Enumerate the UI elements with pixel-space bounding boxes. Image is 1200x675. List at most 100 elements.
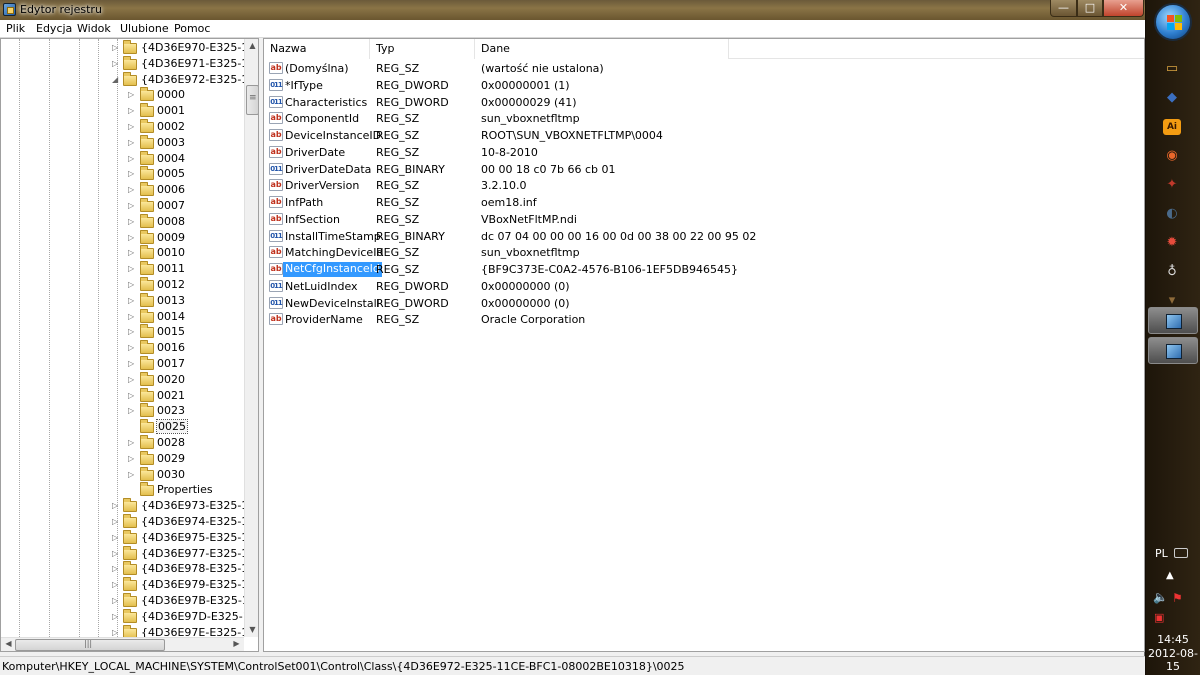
tree-item-subkey[interactable]: ▷ 0016: [1, 340, 244, 356]
clock-time[interactable]: 14:45: [1146, 633, 1200, 646]
expand-arrow-icon[interactable]: ▷: [128, 233, 136, 243]
expand-arrow-icon[interactable]: ▷: [112, 59, 120, 69]
tree-item-subkey[interactable]: ▷ 0021: [1, 387, 244, 404]
app-icon[interactable]: ✦: [1163, 177, 1181, 193]
tree-item-subkey[interactable]: ▷ 0005: [1, 166, 244, 182]
explorer-icon[interactable]: ▭: [1163, 61, 1181, 77]
scroll-right-arrow-icon[interactable]: ▶: [229, 639, 244, 648]
expand-arrow-icon[interactable]: ▷: [128, 454, 136, 464]
tree-item-class-key[interactable]: ▷ {4D36E970-E325-11CE-: [1, 40, 244, 56]
tree-item-class-key[interactable]: ▷ {4D36E97D-E325-11CE: [1, 608, 244, 625]
scroll-down-arrow-icon[interactable]: ▼: [245, 625, 258, 634]
expand-arrow-icon[interactable]: ▷: [128, 375, 136, 385]
registry-value-row[interactable]: ab NetCfgInstanceId REG_SZ {BF9C373E-C0A2-4…: [264, 261, 1144, 278]
menu-ulubione[interactable]: Ulubione: [120, 22, 169, 35]
expand-arrow-icon[interactable]: ▷: [128, 138, 136, 148]
illustrator-icon[interactable]: Ai: [1163, 119, 1181, 135]
tree-item-subkey[interactable]: ▷ 0013: [1, 292, 244, 309]
media-icon[interactable]: ◐: [1163, 206, 1181, 222]
expand-arrow-icon[interactable]: ▷: [128, 106, 136, 116]
tree-item-subkey[interactable]: Properties: [1, 482, 244, 498]
expand-arrow-icon[interactable]: ▷: [128, 122, 136, 132]
expand-arrow-icon[interactable]: ▷: [128, 201, 136, 211]
expand-arrow-icon[interactable]: ▷: [128, 391, 136, 401]
expand-arrow-icon[interactable]: ▷: [128, 327, 136, 337]
maximize-button[interactable]: □: [1077, 0, 1103, 17]
expand-arrow-icon[interactable]: ▷: [112, 43, 120, 53]
registry-value-row[interactable]: 011 InstallTimeStamp REG_BINARY dc 07 04 00…: [264, 228, 1144, 245]
expand-arrow-icon[interactable]: ▷: [112, 549, 120, 559]
expand-arrow-icon[interactable]: ▷: [112, 596, 120, 606]
tree-item-class-key[interactable]: ▷ {4D36E975-E325-11CE-: [1, 529, 244, 546]
expand-arrow-icon[interactable]: ▷: [128, 185, 136, 195]
volume-icon[interactable]: 🔈: [1153, 590, 1168, 604]
tree-vertical-scrollbar[interactable]: ▲ ▼: [244, 39, 258, 637]
tree-item-subkey[interactable]: ▷ 0011: [1, 261, 244, 277]
taskbar-registry-active-button[interactable]: [1148, 337, 1198, 364]
network-icon[interactable]: ▣: [1154, 611, 1164, 624]
expand-arrow-icon[interactable]: ▷: [128, 154, 136, 164]
scroll-up-arrow-icon[interactable]: ▲: [245, 41, 258, 50]
tree-item-subkey[interactable]: ▷ 0007: [1, 198, 244, 214]
tree-vertical-scroll-thumb[interactable]: [246, 85, 258, 115]
title-bar[interactable]: Edytor rejestru — □ ✕: [0, 0, 1145, 20]
tree-item-subkey[interactable]: ▷ 0028: [1, 435, 244, 451]
expand-arrow-icon[interactable]: ▷: [128, 438, 136, 448]
expand-arrow-icon[interactable]: ▷: [128, 312, 136, 322]
start-button[interactable]: [1154, 3, 1192, 41]
expand-arrow-icon[interactable]: ▷: [112, 517, 120, 527]
tree-item-class-key[interactable]: ▷ {4D36E978-E325-11CE-: [1, 561, 244, 577]
tree-item-class-key[interactable]: ▷ {4D36E971-E325-11CE-: [1, 55, 244, 72]
expand-arrow-icon[interactable]: ▷: [112, 533, 120, 543]
minimize-button[interactable]: —: [1050, 0, 1077, 17]
expand-arrow-icon[interactable]: ▷: [128, 470, 136, 480]
tree-item-subkey[interactable]: ▷ 0012: [1, 277, 244, 293]
registry-value-row[interactable]: 011 NetLuidIndex REG_DWORD 0x00000000 (0): [264, 278, 1144, 295]
tree-item-subkey[interactable]: ▷ 0002: [1, 119, 244, 135]
expand-arrow-icon[interactable]: ▷: [112, 501, 120, 511]
security-icon[interactable]: ✹: [1163, 235, 1181, 251]
expand-arrow-icon[interactable]: ▷: [128, 343, 136, 353]
expand-arrow-icon[interactable]: ▷: [128, 406, 136, 416]
tree-horizontal-scrollbar[interactable]: ◀ ▶: [1, 637, 244, 651]
registry-value-row[interactable]: 011 NewDeviceInstall REG_DWORD 0x00000000 (…: [264, 295, 1144, 312]
action-center-icon[interactable]: ⚑: [1172, 591, 1183, 605]
tree-item-class-key[interactable]: ◢ {4D36E972-E325-11CE-: [1, 71, 244, 88]
registry-value-row[interactable]: 011 *IfType REG_DWORD 0x00000001 (1): [264, 77, 1144, 94]
keyboard-icon[interactable]: [1174, 548, 1188, 558]
registry-value-row[interactable]: ab (Domyślna) REG_SZ (wartość nie ustalona): [264, 60, 1144, 77]
clock-date[interactable]: 2012-08-15: [1146, 647, 1200, 673]
registry-value-row[interactable]: ab DriverDate REG_SZ 10-8-2010: [264, 144, 1144, 161]
tree-item-subkey[interactable]: ▷ 0023: [1, 403, 244, 419]
registry-value-row[interactable]: ab ProviderName REG_SZ Oracle Corporation: [264, 311, 1144, 328]
column-header-data[interactable]: Dane: [475, 39, 729, 59]
expand-arrow-icon[interactable]: ▷: [128, 248, 136, 258]
registry-value-row[interactable]: ab DriverVersion REG_SZ 3.2.10.0: [264, 177, 1144, 194]
expand-arrow-icon[interactable]: ▷: [112, 628, 120, 637]
registry-value-row[interactable]: ab MatchingDeviceId REG_SZ sun_vboxnetfltmp: [264, 244, 1144, 261]
tree-item-subkey[interactable]: ▷ 0009: [1, 229, 244, 246]
menu-widok[interactable]: Widok: [77, 22, 111, 35]
tree-item-subkey[interactable]: 0025: [1, 419, 244, 435]
column-header-type[interactable]: Typ: [370, 39, 475, 59]
expand-arrow-icon[interactable]: ▷: [128, 90, 136, 100]
registry-value-row[interactable]: ab ComponentId REG_SZ sun_vboxnetfltmp: [264, 110, 1144, 127]
tree-item-subkey[interactable]: ▷ 0020: [1, 371, 244, 388]
tree-item-subkey[interactable]: ▷ 0001: [1, 103, 244, 119]
registry-value-row[interactable]: 011 DriverDateData REG_BINARY 00 00 18 c0 7…: [264, 161, 1144, 178]
menu-edycja[interactable]: Edycja: [36, 22, 72, 35]
show-hidden-icons-icon[interactable]: ▲: [1166, 570, 1174, 581]
expand-arrow-icon[interactable]: ▷: [128, 359, 136, 369]
expand-arrow-icon[interactable]: ▷: [128, 217, 136, 227]
tree-item-subkey[interactable]: ▷ 0006: [1, 182, 244, 198]
close-button[interactable]: ✕: [1103, 0, 1144, 17]
tree-item-subkey[interactable]: ▷ 0014: [1, 308, 244, 325]
firefox-icon[interactable]: ◉: [1163, 148, 1181, 164]
tree-item-class-key[interactable]: ▷ {4D36E97E-E325-11CE-: [1, 624, 244, 637]
tree-item-subkey[interactable]: ▷ 0030: [1, 466, 244, 483]
registry-value-row[interactable]: ab InfPath REG_SZ oem18.inf: [264, 194, 1144, 211]
expand-arrow-icon[interactable]: ▷: [112, 564, 120, 574]
expand-arrow-icon[interactable]: ▷: [112, 580, 120, 590]
tree-item-subkey[interactable]: ▷ 0029: [1, 450, 244, 467]
usb-icon[interactable]: ♁: [1163, 264, 1181, 280]
